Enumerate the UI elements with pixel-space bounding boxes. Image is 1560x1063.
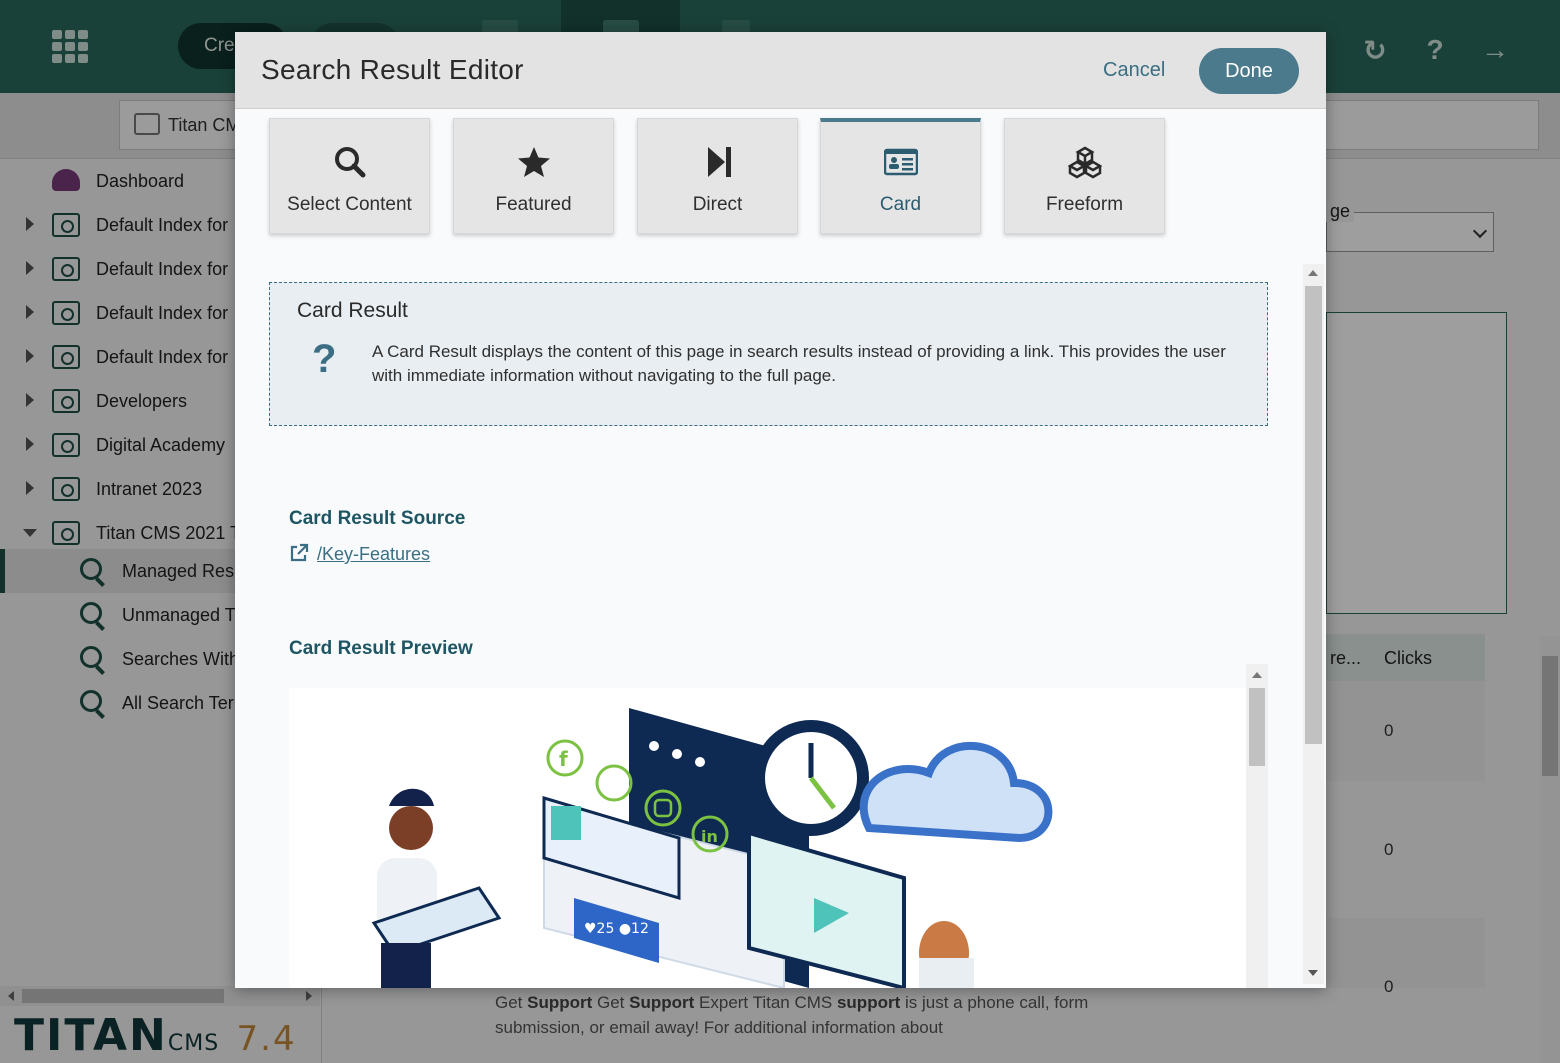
card-source-heading: Card Result Source <box>289 508 466 529</box>
dialog-scroll-region[interactable]: Card Result ? A Card Result displays the… <box>235 260 1303 988</box>
svg-text:in: in <box>701 827 718 846</box>
id-card-icon <box>884 148 918 176</box>
preview-scrollbar[interactable] <box>1246 664 1268 988</box>
mode-select-content[interactable]: Select Content <box>269 118 430 234</box>
scrollbar-thumb[interactable] <box>1249 688 1265 766</box>
svg-text:♥25 ●12: ♥25 ●12 <box>584 921 649 937</box>
mode-direct[interactable]: Direct <box>637 118 798 234</box>
dialog-title: Search Result Editor <box>261 54 524 85</box>
scroll-up-icon[interactable] <box>1252 672 1262 678</box>
mode-label: Card <box>879 194 922 215</box>
done-button[interactable]: Done <box>1199 48 1299 94</box>
mode-freeform[interactable]: Freeform <box>1004 118 1165 234</box>
mode-label: Featured <box>495 194 572 215</box>
search-result-editor-dialog: Search Result Editor Cancel Done Select … <box>235 32 1326 988</box>
cubes-icon <box>1068 146 1102 179</box>
scroll-down-icon[interactable] <box>1308 970 1318 976</box>
dialog-header: Search Result Editor Cancel Done <box>235 32 1326 109</box>
skip-forward-icon <box>708 147 731 177</box>
scrollbar-thumb[interactable] <box>1305 286 1322 744</box>
card-preview-heading: Card Result Preview <box>289 638 473 659</box>
question-mark-icon: ? <box>312 337 337 381</box>
info-title: Card Result <box>297 299 408 322</box>
mode-label: Freeform <box>1045 194 1124 215</box>
card-source-link[interactable]: /Key-Features <box>317 544 430 565</box>
star-icon <box>518 147 550 177</box>
mode-label: Direct <box>692 194 743 215</box>
card-result-info-box: Card Result ? A Card Result displays the… <box>269 282 1268 426</box>
scroll-up-icon[interactable] <box>1308 270 1318 276</box>
svg-text:f: f <box>559 747 568 771</box>
digital-marketing-illustration: f in ♥25 ●12 <box>371 708 1053 988</box>
external-link-icon[interactable] <box>289 543 309 563</box>
card-preview-frame: f in ♥25 ●12 <box>289 688 1268 988</box>
info-description: A Card Result displays the content of th… <box>372 342 1226 385</box>
mode-card[interactable]: Card <box>820 118 981 234</box>
mode-featured[interactable]: Featured <box>453 118 614 234</box>
cancel-button[interactable]: Cancel <box>1103 59 1165 82</box>
mode-label: Select Content <box>287 194 412 215</box>
search-icon <box>335 147 366 178</box>
result-type-selector: Select Content Featured Direct Card Free… <box>269 118 1169 236</box>
dialog-scrollbar[interactable] <box>1303 264 1324 984</box>
